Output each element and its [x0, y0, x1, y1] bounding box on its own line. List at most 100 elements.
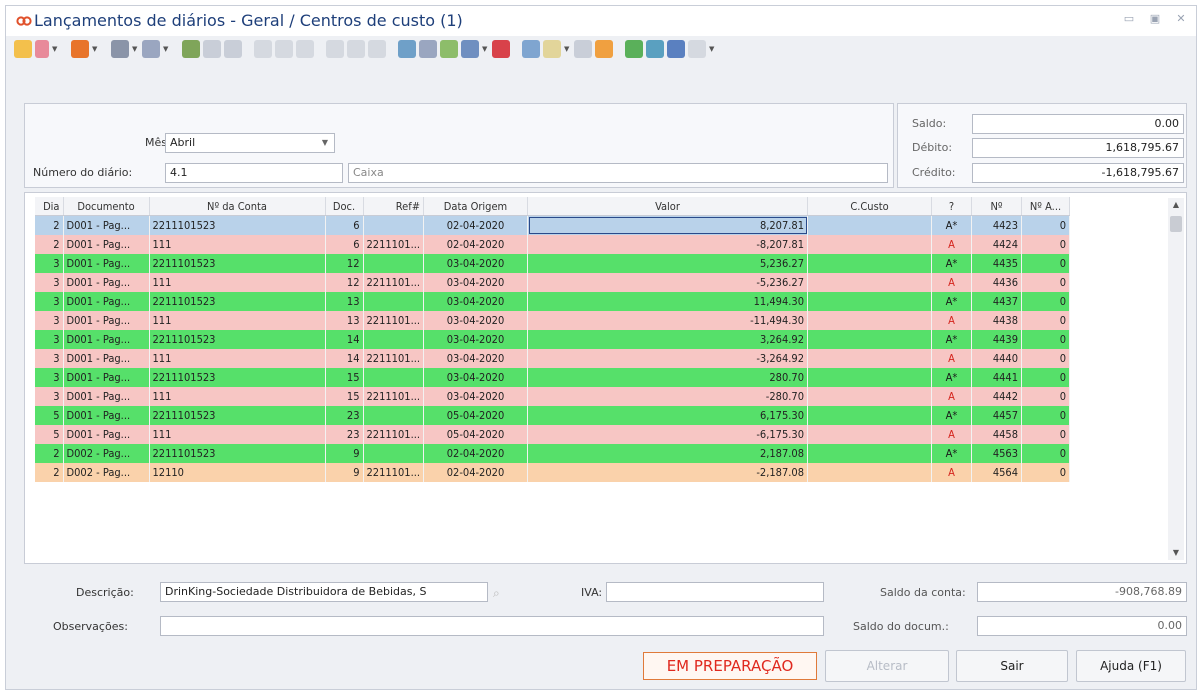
grid-cell-n[interactable]: 4563	[971, 444, 1022, 463]
column-header[interactable]: Documento	[63, 197, 150, 216]
close-icon[interactable]: ✕	[1174, 13, 1188, 25]
grid-cell-ccusto[interactable]	[807, 463, 932, 482]
money-icon[interactable]	[625, 40, 643, 58]
grid-cell-dia[interactable]: 2	[35, 463, 64, 482]
report-icon[interactable]	[440, 40, 458, 58]
grid-cell-conta[interactable]: 111	[149, 311, 326, 330]
grid-cell-doc[interactable]: 15	[325, 368, 364, 387]
grid-cell-doc[interactable]: 14	[325, 349, 364, 368]
column-header[interactable]: Nº A...	[1021, 197, 1070, 216]
grid-cell-conta[interactable]: 12110	[149, 463, 326, 482]
grid-cell-valor[interactable]: 5,236.27	[527, 254, 808, 273]
delete-icon[interactable]	[35, 40, 49, 58]
table-icon[interactable]	[461, 40, 479, 58]
grid-cell-data[interactable]: 03-04-2020	[423, 387, 528, 406]
grid-cell-ccusto[interactable]	[807, 368, 932, 387]
grid-cell-n[interactable]: 4424	[971, 235, 1022, 254]
grid-cell-dia[interactable]: 3	[35, 349, 64, 368]
grid-cell-doc[interactable]: 13	[325, 311, 364, 330]
grid-cell-dia[interactable]: 5	[35, 425, 64, 444]
grid-cell-ref[interactable]	[363, 406, 424, 425]
grid-cell-doc[interactable]: 14	[325, 330, 364, 349]
grid-cell-dia[interactable]: 2	[35, 444, 64, 463]
grid-cell-dia[interactable]: 5	[35, 406, 64, 425]
grid-cell-na[interactable]: 0	[1021, 406, 1070, 425]
table-row[interactable]: 3 D001 - Pag... 2211101523 13 03-04-2020 11,4…	[35, 292, 1070, 311]
column-header[interactable]: Data Origem	[423, 197, 528, 216]
chevron-down-icon[interactable]: ▼	[163, 45, 170, 53]
minimize-icon[interactable]: ▭	[1122, 13, 1136, 25]
grid-cell-n[interactable]: 4439	[971, 330, 1022, 349]
grid-cell-doc[interactable]: 12	[325, 273, 364, 292]
grid-cell-n[interactable]: 4437	[971, 292, 1022, 311]
grid-cell-valor[interactable]: -6,175.30	[527, 425, 808, 444]
grid-cell-conta[interactable]: 2211101523	[149, 292, 326, 311]
grid-cell-documento[interactable]: D001 - Pag...	[63, 330, 150, 349]
grid-cell-n[interactable]: 4423	[971, 215, 1022, 235]
grid-cell-doc[interactable]: 13	[325, 292, 364, 311]
column-header[interactable]: Ref#	[363, 197, 424, 216]
numero-input[interactable]: 4.1	[165, 163, 343, 183]
grid-cell-dia[interactable]: 3	[35, 311, 64, 330]
grid-cell-na[interactable]: 0	[1021, 292, 1070, 311]
grid-cell-data[interactable]: 03-04-2020	[423, 330, 528, 349]
grid-cell-documento[interactable]: D001 - Pag...	[63, 235, 150, 254]
grid-cell-ref[interactable]	[363, 215, 424, 235]
chevron-down-icon[interactable]: ▼	[564, 45, 571, 53]
grid-cell-valor[interactable]: -280.70	[527, 387, 808, 406]
grid-cell-ref[interactable]: 2211101...	[363, 235, 424, 254]
grid-cell-valor[interactable]: -5,236.27	[527, 273, 808, 292]
grid-cell-data[interactable]: 03-04-2020	[423, 292, 528, 311]
chevron-down-icon[interactable]: ▼	[132, 45, 139, 53]
grid-cell-conta[interactable]: 2211101523	[149, 215, 326, 235]
grid-cell-documento[interactable]: D001 - Pag...	[63, 425, 150, 444]
grid-cell-ccusto[interactable]	[807, 254, 932, 273]
grid-cell-doc[interactable]: 23	[325, 406, 364, 425]
lookup-icon[interactable]: ⌕	[493, 586, 507, 600]
grid-cell-valor[interactable]: 8,207.81	[527, 215, 808, 235]
table-row[interactable]: 2 D002 - Pag... 2211101523 9 02-04-2020 2,187…	[35, 444, 1070, 463]
descricao-input[interactable]: DrinKing-Sociedade Distribuidora de Bebi…	[160, 582, 488, 602]
table-row[interactable]: 3 D001 - Pag... 111 15 2211101... 03-04-2020-…	[35, 387, 1070, 406]
chevron-down-icon[interactable]: ▼	[709, 45, 716, 53]
grid-cell-data[interactable]: 03-04-2020	[423, 254, 528, 273]
grid-cell-conta[interactable]: 2211101523	[149, 444, 326, 463]
calendar-icon[interactable]	[492, 40, 510, 58]
grid-cell-q[interactable]: A	[931, 235, 972, 254]
grid-cell-na[interactable]: 0	[1021, 311, 1070, 330]
table-row[interactable]: 5 D001 - Pag... 111 23 2211101... 05-04-2020-…	[35, 425, 1070, 444]
table-row[interactable]: 2 D002 - Pag... 12110 9 2211101... 02-04-2020…	[35, 463, 1070, 482]
grid-cell-n[interactable]: 4435	[971, 254, 1022, 273]
grid-cell-q[interactable]: A	[931, 425, 972, 444]
grid-cell-dia[interactable]: 2	[35, 215, 64, 235]
table-row[interactable]: 3 D001 - Pag... 111 12 2211101... 03-04-2020-…	[35, 273, 1070, 292]
table-row[interactable]: 3 D001 - Pag... 2211101523 14 03-04-2020 3,26…	[35, 330, 1070, 349]
grid-cell-q[interactable]: A*	[931, 368, 972, 387]
grid-cell-dia[interactable]: 3	[35, 387, 64, 406]
grid-cell-conta[interactable]: 2211101523	[149, 254, 326, 273]
grid-cell-valor[interactable]: -8,207.81	[527, 235, 808, 254]
grid-cell-na[interactable]: 0	[1021, 254, 1070, 273]
chevron-down-icon[interactable]: ▼	[52, 45, 59, 53]
grid-cell-ccusto[interactable]	[807, 292, 932, 311]
column-header[interactable]: Dia	[35, 197, 64, 216]
grid-cell-na[interactable]: 0	[1021, 387, 1070, 406]
grid-cell-conta[interactable]: 111	[149, 387, 326, 406]
grid-cell-na[interactable]: 0	[1021, 463, 1070, 482]
mes-dropdown[interactable]: Abril ▼	[165, 133, 335, 153]
sair-button[interactable]: Sair	[956, 650, 1068, 682]
grid-cell-documento[interactable]: D002 - Pag...	[63, 463, 150, 482]
grid-cell-ccusto[interactable]	[807, 273, 932, 292]
grid-cell-conta[interactable]: 111	[149, 235, 326, 254]
balance-icon[interactable]	[419, 40, 437, 58]
grid-cell-data[interactable]: 03-04-2020	[423, 368, 528, 387]
edit-icon[interactable]	[71, 40, 89, 58]
grid-cell-ref[interactable]	[363, 444, 424, 463]
link-icon[interactable]	[368, 40, 386, 58]
grid-cell-conta[interactable]: 111	[149, 425, 326, 444]
grid-cell-q[interactable]: A	[931, 387, 972, 406]
grid-cell-conta[interactable]: 111	[149, 273, 326, 292]
star-icon[interactable]	[543, 40, 561, 58]
grid-cell-q[interactable]: A*	[931, 406, 972, 425]
grid-cell-q[interactable]: A	[931, 273, 972, 292]
